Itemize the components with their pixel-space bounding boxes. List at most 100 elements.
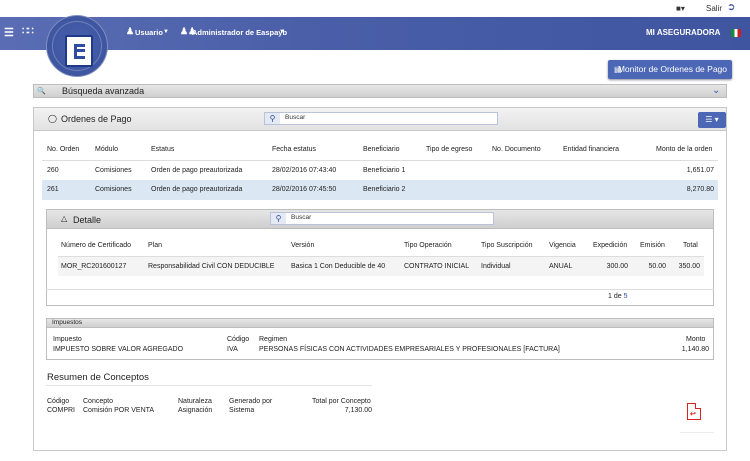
cell: Beneficiario 1 xyxy=(363,167,406,174)
hierarchy-icon: △ xyxy=(61,214,68,223)
cell: 350.00 xyxy=(678,263,700,270)
ordenes-header: ◯ Ordenes de Pago ⚲ Buscar ☰ ▾ xyxy=(33,107,727,131)
search-icon: ⚲ xyxy=(265,113,280,124)
monitor-ordenes-button[interactable]: ▤ Monitor de Ordenes de Pago xyxy=(608,60,732,79)
app-logo[interactable] xyxy=(65,35,93,67)
divider xyxy=(680,432,714,433)
page-current[interactable]: 1 xyxy=(608,293,612,300)
codigo-value: IVA xyxy=(227,346,238,353)
resumen-generado-value: Sistema xyxy=(229,407,255,414)
col-header: Emisión xyxy=(640,242,665,249)
impuesto-label: Impuesto xyxy=(53,336,82,343)
cell: 261 xyxy=(47,186,59,193)
cell: Individual xyxy=(481,263,511,270)
busqueda-avanzada-bar[interactable]: 🔍 Búsqueda avanzada ⌄ xyxy=(33,84,727,98)
options-menu-button[interactable]: ☰ ▾ xyxy=(698,112,726,128)
app-header: ☰ ∷∷ ♟ Usuario ▼ ♟♟ Administrador de Eas… xyxy=(0,15,750,77)
cell: 260 xyxy=(47,167,59,174)
chevron-down-icon[interactable]: ⌄ xyxy=(712,85,720,96)
logout-link[interactable]: Salir xyxy=(706,4,722,13)
col-header: Estatus xyxy=(151,146,175,153)
notification-icon[interactable]: ■▾ xyxy=(676,4,685,13)
impuesto-value: IMPUESTO SOBRE VALOR AGREGADO xyxy=(53,346,184,353)
resumen-concepto-label: Concepto xyxy=(83,398,113,405)
search-icon: 🔍 xyxy=(37,88,46,95)
resumen-concepto-value: Comisión POR VENTA xyxy=(83,407,155,414)
page-de: de xyxy=(613,293,622,300)
col-header: Módulo xyxy=(95,146,118,153)
col-header: Monto de la orden xyxy=(656,146,713,153)
resumen-codigo-label: Código xyxy=(47,398,70,405)
table-row[interactable]: 260 Comisiones Orden de pago preautoriza… xyxy=(42,161,718,180)
monto-value: 1,140.80 xyxy=(681,346,709,353)
user-icon: ♟ xyxy=(126,26,135,36)
col-header: Total xyxy=(683,242,698,249)
cell: 8,270.80 xyxy=(686,186,714,193)
pagination: 1 de 5 xyxy=(608,293,628,300)
col-header: Versión xyxy=(291,242,315,249)
impuestos-title: Impuestos xyxy=(52,319,82,326)
chevron-down-icon[interactable]: ▼ xyxy=(163,29,169,35)
cell: 1,651.07 xyxy=(686,167,714,174)
company-name: MI ASEGURADORA xyxy=(646,28,721,37)
resumen-naturaleza-label: Naturaleza xyxy=(178,398,212,405)
cell: 300.00 xyxy=(606,263,628,270)
col-header: Entidad financiera xyxy=(563,146,620,153)
table-row[interactable]: MOR_RC201600127 Responsabilidad Civil CO… xyxy=(58,257,704,276)
col-header: Tipo Suscripción xyxy=(481,242,533,249)
document-icon: ▤ xyxy=(614,65,622,74)
cell: 28/02/2016 07:45:50 xyxy=(272,186,337,193)
col-header: Fecha estatus xyxy=(272,146,316,153)
ordenes-search-input[interactable]: Buscar xyxy=(285,114,305,121)
detalle-search-input[interactable]: Buscar xyxy=(291,214,311,221)
logout-icon[interactable]: ➲ xyxy=(727,2,735,13)
resumen-total-value: 7,130.00 xyxy=(344,407,372,414)
cell: Responsabilidad Civil CON DEDUCIBLE xyxy=(148,263,275,270)
col-header: Vigencia xyxy=(549,242,576,249)
col-header: Beneficiario xyxy=(363,146,400,153)
refresh-icon[interactable]: ◯ xyxy=(48,114,57,123)
apps-grid-icon[interactable]: ∷∷ xyxy=(22,26,34,37)
cell: Orden de pago preautorizada xyxy=(151,186,243,193)
mexico-flag-icon[interactable] xyxy=(731,29,741,37)
table-row-selected[interactable]: 261 Comisiones Orden de pago preautoriza… xyxy=(42,180,718,200)
impuestos-header: Impuestos xyxy=(46,318,714,328)
search-icon: ⚲ xyxy=(271,213,286,224)
resumen-generado-label: Generado por xyxy=(229,398,273,405)
cell: 28/02/2016 07:43:40 xyxy=(272,167,337,174)
col-header: Tipo de egreso xyxy=(426,146,473,153)
col-header: Número de Certificado xyxy=(61,242,132,249)
cell: Comisiones xyxy=(95,186,132,193)
detalle-header: △ Detalle ⚲ Buscar xyxy=(46,209,714,229)
col-header: Expedición xyxy=(593,242,628,249)
divider xyxy=(46,385,372,386)
detalle-title: Detalle xyxy=(73,215,102,225)
ordenes-title: Ordenes de Pago xyxy=(61,114,132,124)
monto-label: Monto xyxy=(686,336,706,343)
cell: Comisiones xyxy=(95,167,132,174)
col-header: Plan xyxy=(148,242,163,249)
col-header: Tipo Operación xyxy=(404,242,452,249)
cell: 50.00 xyxy=(648,263,666,270)
resumen-codigo-value: COMPRI xyxy=(47,407,75,414)
menu-icon[interactable]: ☰ xyxy=(4,26,14,39)
admin-menu[interactable]: Administrador de Easpayb xyxy=(192,28,287,37)
divider xyxy=(46,289,714,290)
col-header: No. Orden xyxy=(47,146,80,153)
monitor-ordenes-label: Monitor de Ordenes de Pago xyxy=(617,64,727,74)
page-total[interactable]: 5 xyxy=(624,293,628,300)
detalle-search[interactable]: ⚲ Buscar xyxy=(270,212,494,225)
resumen-total-label: Total por Concepto xyxy=(312,398,371,405)
regimen-value: PERSONAS FÍSICAS CON ACTIVIDADES EMPRESA… xyxy=(259,346,560,353)
top-bar: ■▾ Salir ➲ xyxy=(0,0,750,17)
cell: ANUAL xyxy=(549,263,573,270)
pdf-icon[interactable]: ↩ xyxy=(687,403,701,420)
ordenes-search[interactable]: ⚲ Buscar xyxy=(264,112,498,125)
cell: MOR_RC201600127 xyxy=(61,263,127,270)
busqueda-avanzada-title: Búsqueda avanzada xyxy=(62,86,145,96)
usuario-menu[interactable]: Usuario xyxy=(135,28,163,37)
chevron-down-icon[interactable]: ▼ xyxy=(279,29,285,35)
cell: Beneficiario 2 xyxy=(363,186,406,193)
cell: CONTRATO INICIAL xyxy=(404,263,470,270)
cell: Orden de pago preautorizada xyxy=(151,167,243,174)
